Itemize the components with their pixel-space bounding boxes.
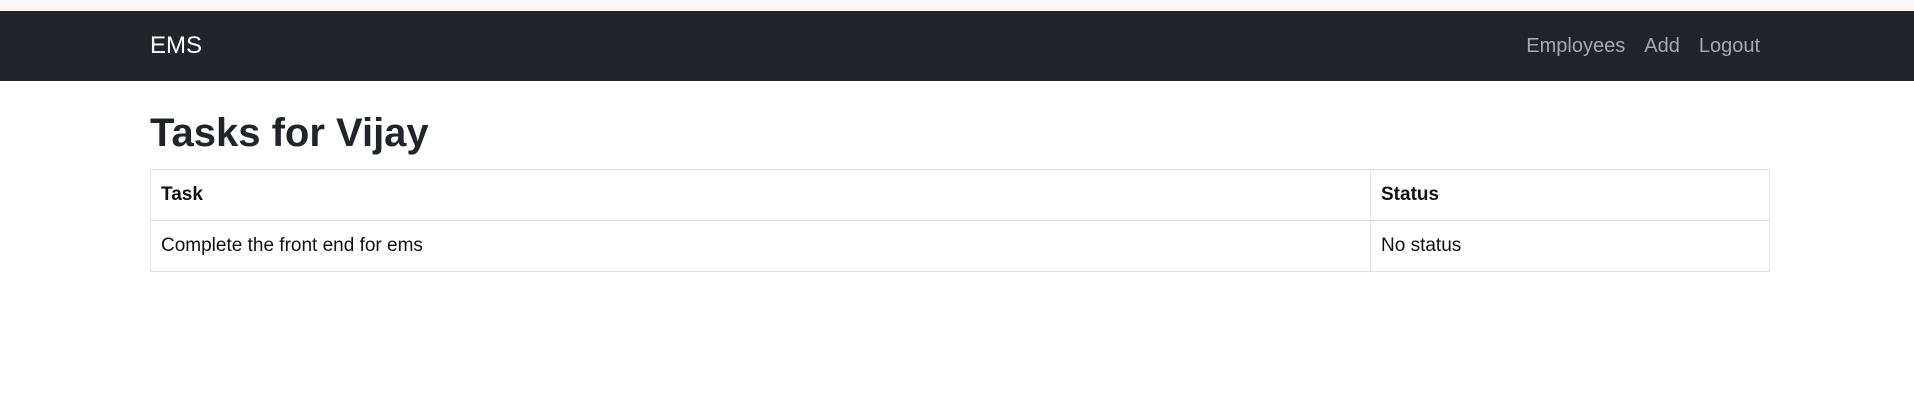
nav-link-logout[interactable]: Logout bbox=[1699, 35, 1760, 58]
tasks-table: Task Status Complete the front end for e… bbox=[150, 169, 1770, 272]
page-title: Tasks for Vijay bbox=[150, 111, 429, 155]
top-strip bbox=[0, 0, 1914, 11]
column-header-task: Task bbox=[150, 169, 1371, 221]
nav-link-add[interactable]: Add bbox=[1644, 35, 1680, 58]
navbar: EMS Employees Add Logout bbox=[0, 11, 1914, 81]
column-header-status: Status bbox=[1370, 169, 1770, 221]
table-header-row: Task Status bbox=[150, 169, 1770, 221]
status-cell: No status bbox=[1370, 220, 1770, 272]
brand-link[interactable]: EMS bbox=[150, 32, 202, 60]
table-row: Complete the front end for ems No status bbox=[150, 220, 1770, 272]
nav-links: Employees Add Logout bbox=[1526, 35, 1760, 58]
nav-link-employees[interactable]: Employees bbox=[1526, 35, 1625, 58]
task-cell: Complete the front end for ems bbox=[150, 220, 1371, 272]
